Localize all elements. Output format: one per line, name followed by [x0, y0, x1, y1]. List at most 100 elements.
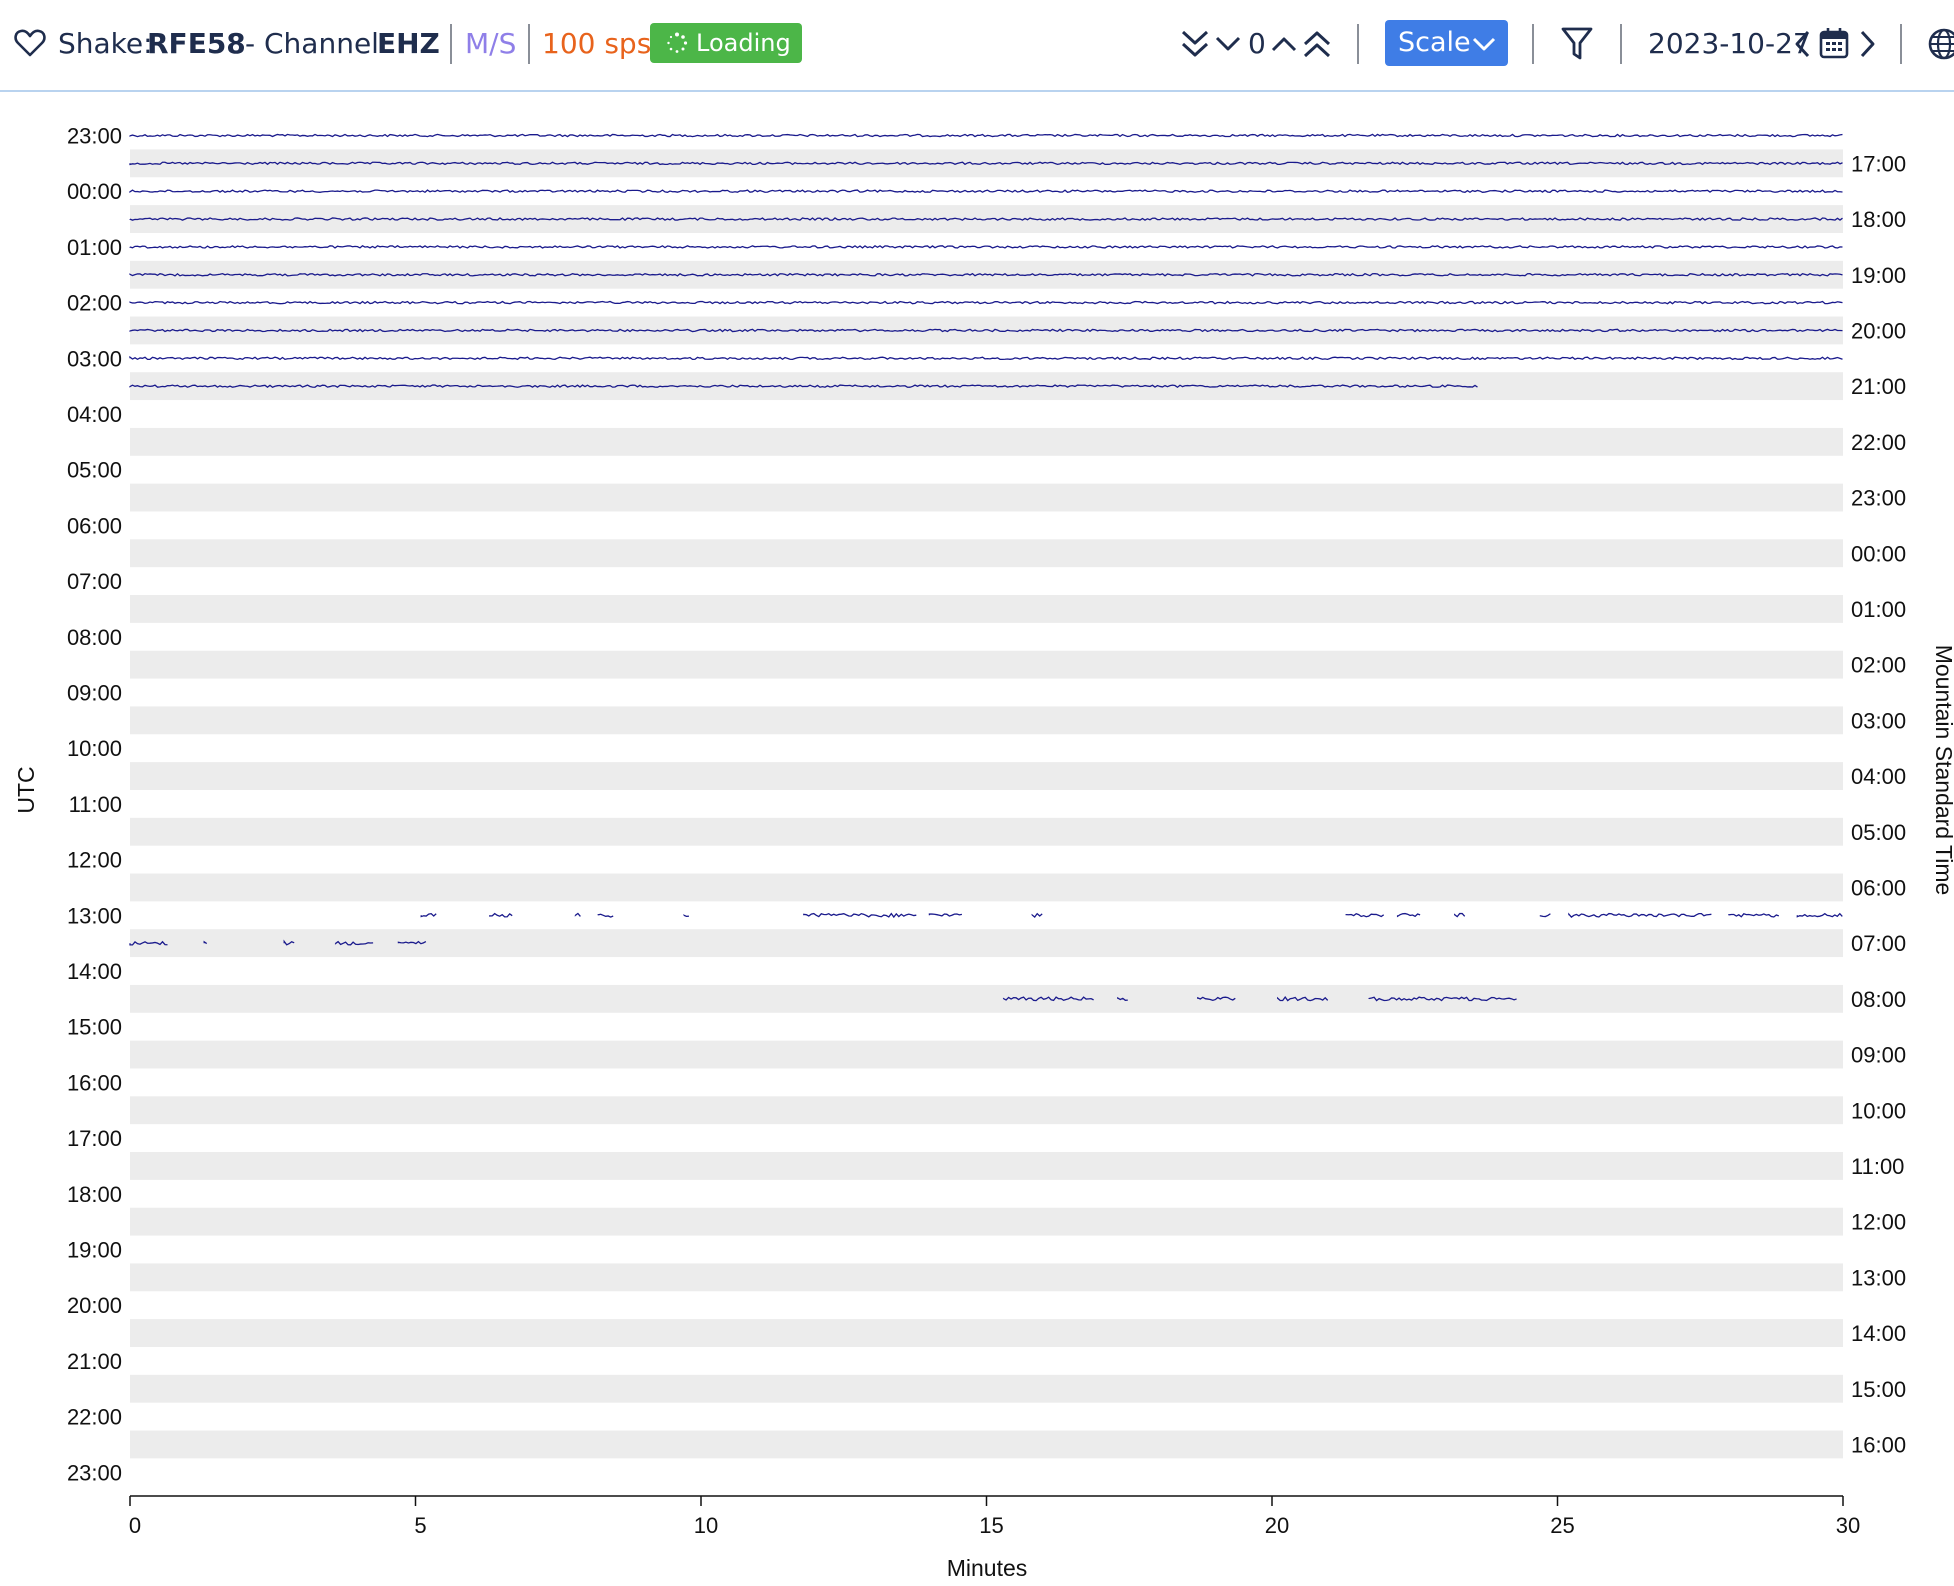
row-band — [130, 984, 1843, 1013]
trace-line — [129, 300, 1843, 305]
x-tick-label: 0 — [129, 1513, 141, 1538]
utc-axis-title: UTC — [13, 766, 39, 813]
filter-icon[interactable] — [1560, 26, 1594, 62]
channel-label: - Channel: — [245, 27, 389, 60]
local-tick-label: 14:00 — [1851, 1321, 1906, 1346]
row-band — [130, 1152, 1843, 1180]
trace-fragment — [420, 912, 437, 918]
row-bands — [130, 149, 1843, 1459]
utc-tick-label: 00:00 — [67, 179, 122, 204]
trace-fragment — [1728, 913, 1780, 918]
row-band — [130, 762, 1843, 790]
utc-tick-label: 01:00 — [67, 235, 122, 260]
toolbar-divider — [1620, 24, 1622, 64]
toolbar-divider — [528, 24, 530, 64]
local-tick-label: 16:00 — [1851, 1432, 1906, 1457]
chevron-left-icon[interactable] — [1792, 28, 1814, 62]
units-toggle[interactable]: M/S — [465, 24, 516, 64]
trace-line — [129, 189, 1843, 194]
row-band — [130, 539, 1843, 568]
globe-icon[interactable] — [1926, 26, 1954, 62]
local-tick-label: 06:00 — [1851, 875, 1906, 900]
loading-badge: Loading — [650, 23, 802, 63]
trace-line — [129, 133, 1843, 138]
local-tick-label: 12:00 — [1851, 1210, 1906, 1235]
channel-name: EHZ — [377, 27, 440, 60]
utc-tick-label: 18:00 — [67, 1182, 122, 1207]
date-display[interactable]: 2023-10-27 — [1648, 24, 1811, 64]
trace-fragment — [803, 912, 917, 919]
utc-tick-label: 22:00 — [67, 1405, 122, 1430]
utc-tick-label: 19:00 — [67, 1238, 122, 1263]
utc-tick-label: 07:00 — [67, 569, 122, 594]
local-tick-label: 09:00 — [1851, 1043, 1906, 1068]
calendar-icon[interactable] — [1818, 26, 1850, 60]
scale-dropdown-button[interactable]: Scale — [1385, 20, 1508, 66]
trace-fragment — [1345, 913, 1385, 918]
row-band — [130, 1319, 1843, 1347]
trace-fragment — [1539, 913, 1551, 918]
trace-fragment — [1454, 912, 1466, 918]
offset-value: 0 — [1248, 27, 1266, 60]
utc-tick-label: 23:00 — [67, 124, 122, 149]
chevron-right-icon[interactable] — [1856, 28, 1878, 62]
spinner-icon — [667, 32, 688, 53]
local-tick-label: 18:00 — [1851, 207, 1906, 232]
sample-rate: 100 sps — [542, 27, 652, 60]
trace-fragment — [1568, 912, 1712, 918]
row-band — [130, 1040, 1843, 1069]
local-tick-label: 21:00 — [1851, 374, 1906, 399]
utc-tick-label: 17:00 — [67, 1126, 122, 1151]
local-tick-label: 03:00 — [1851, 708, 1906, 733]
x-tick-label: 10 — [694, 1513, 718, 1538]
row-band — [130, 1263, 1843, 1292]
trace-fragment — [1396, 912, 1421, 918]
utc-tick-label: 03:00 — [67, 346, 122, 371]
x-tick-label: 5 — [414, 1513, 426, 1538]
row-band — [130, 427, 1843, 456]
shake-label: Shake: — [58, 27, 153, 60]
utc-tick-label: 04:00 — [67, 402, 122, 427]
station-name: RFE58 — [147, 27, 246, 60]
trace-fragment — [1796, 912, 1843, 918]
row-band — [130, 706, 1843, 735]
trace-fragment — [683, 914, 689, 918]
local-tick-label: 23:00 — [1851, 486, 1906, 511]
local-time-axis: 17:00 18:00 19:00 20:00 21:00 22:00 23:00 00:00… — [1851, 151, 1906, 1457]
chevron-up-icon[interactable] — [1270, 28, 1298, 60]
local-tick-label: 11:00 — [1851, 1154, 1904, 1179]
trace-fragment — [489, 912, 513, 918]
row-band — [130, 817, 1843, 846]
toolbar-divider — [1900, 24, 1902, 64]
x-tick-label: 15 — [979, 1513, 1003, 1538]
utc-tick-label: 10:00 — [67, 736, 122, 761]
double-chevron-up-icon[interactable] — [1302, 28, 1332, 60]
utc-tick-label: 21:00 — [67, 1349, 122, 1374]
trace-line — [129, 245, 1843, 249]
row-band — [130, 1096, 1843, 1125]
local-tick-label: 15:00 — [1851, 1377, 1906, 1402]
local-tick-label: 22:00 — [1851, 430, 1906, 455]
local-tick-label: 10:00 — [1851, 1098, 1906, 1123]
local-tick-label: 05:00 — [1851, 820, 1906, 845]
loading-label: Loading — [696, 29, 791, 57]
local-tick-label: 17:00 — [1851, 151, 1906, 176]
local-tick-label: 20:00 — [1851, 318, 1906, 343]
chevron-down-icon[interactable] — [1214, 28, 1242, 60]
utc-tick-label: 12:00 — [67, 848, 122, 873]
row-band — [130, 483, 1843, 512]
trace-fragment — [928, 913, 963, 917]
row-band — [130, 595, 1843, 623]
row-band — [130, 873, 1843, 902]
utc-tick-label: 06:00 — [67, 513, 122, 538]
local-tick-label: 02:00 — [1851, 653, 1906, 678]
toolbar-divider — [450, 24, 452, 64]
utc-tick-label: 16:00 — [67, 1070, 122, 1095]
local-tick-label: 00:00 — [1851, 541, 1906, 566]
local-tick-label: 07:00 — [1851, 931, 1906, 956]
x-tick-label: 25 — [1550, 1513, 1574, 1538]
heart-icon[interactable] — [14, 28, 46, 58]
utc-tick-label: 23:00 — [67, 1460, 122, 1485]
double-chevron-down-icon[interactable] — [1180, 28, 1210, 60]
utc-tick-label: 02:00 — [67, 291, 122, 316]
